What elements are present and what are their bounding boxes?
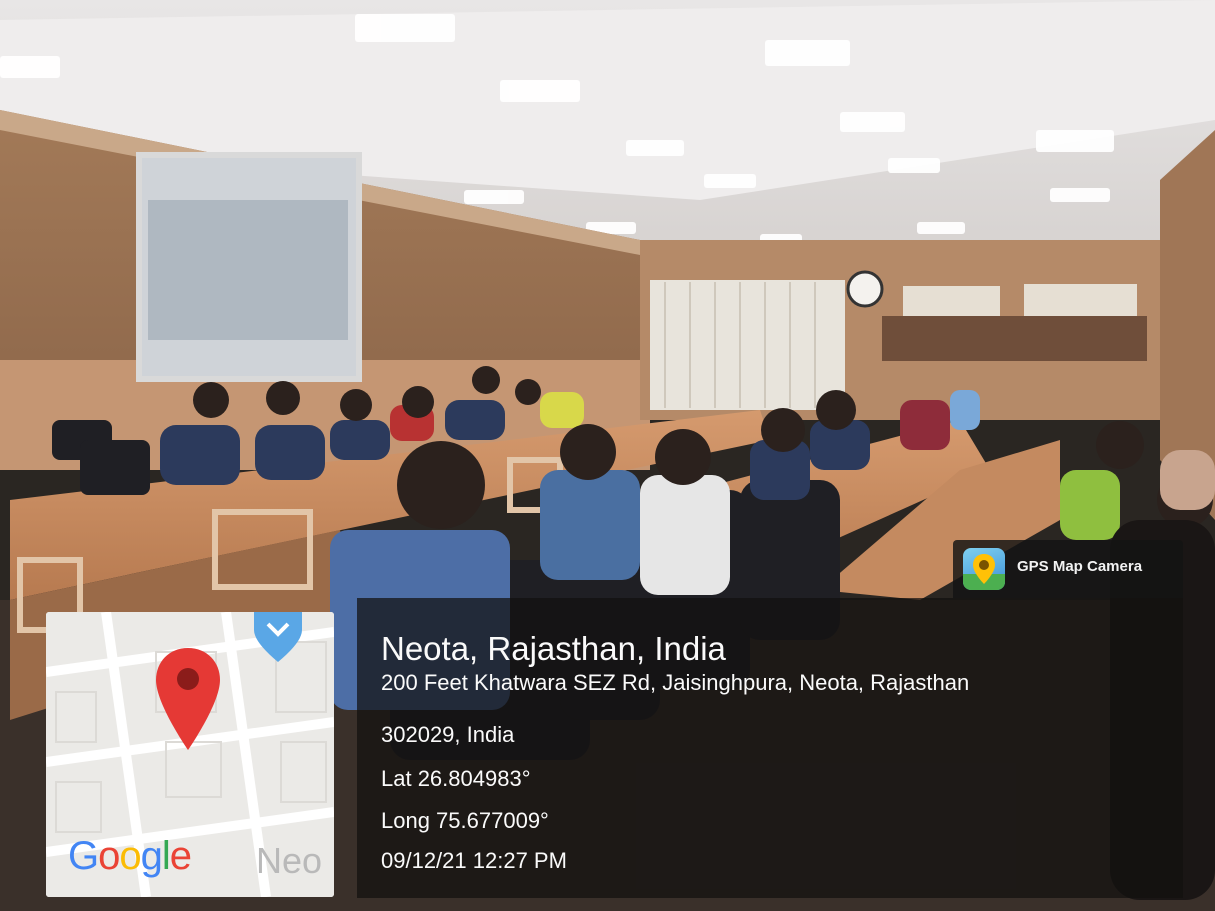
google-logo: Google bbox=[68, 834, 192, 879]
longitude-text: Long 75.677009° bbox=[381, 808, 549, 833]
address-line: 302029, India bbox=[381, 722, 515, 747]
location-info-panel: Neota, Rajasthan, India 200 Feet Khatwar… bbox=[357, 598, 1183, 898]
datetime-text: 09/12/21 12:27 PM bbox=[381, 848, 567, 873]
google-letter: G bbox=[68, 834, 99, 878]
google-letter: l bbox=[161, 834, 171, 878]
map-place-label: Neo bbox=[256, 840, 323, 881]
google-letter: o bbox=[98, 834, 120, 878]
conference-room-photo: Google Neo GPS Map Camera Neota, Rajasth… bbox=[0, 0, 1215, 911]
location-title: Neota, Rajasthan, India bbox=[381, 630, 726, 667]
map-thumbnail: Google Neo bbox=[46, 612, 334, 897]
poi-marker-icon bbox=[254, 612, 302, 662]
gps-map-camera-icon bbox=[963, 548, 1005, 590]
map-pin-icon bbox=[156, 648, 220, 750]
google-letter: e bbox=[169, 834, 192, 878]
address-line: 200 Feet Khatwara SEZ Rd, Jaisinghpura, … bbox=[381, 670, 970, 695]
gps-camera-badge: GPS Map Camera bbox=[953, 540, 1183, 598]
gps-app-name: GPS Map Camera bbox=[1017, 558, 1143, 575]
latitude-text: Lat 26.804983° bbox=[381, 766, 531, 791]
google-letter: g bbox=[140, 834, 163, 878]
google-letter: o bbox=[119, 834, 141, 878]
